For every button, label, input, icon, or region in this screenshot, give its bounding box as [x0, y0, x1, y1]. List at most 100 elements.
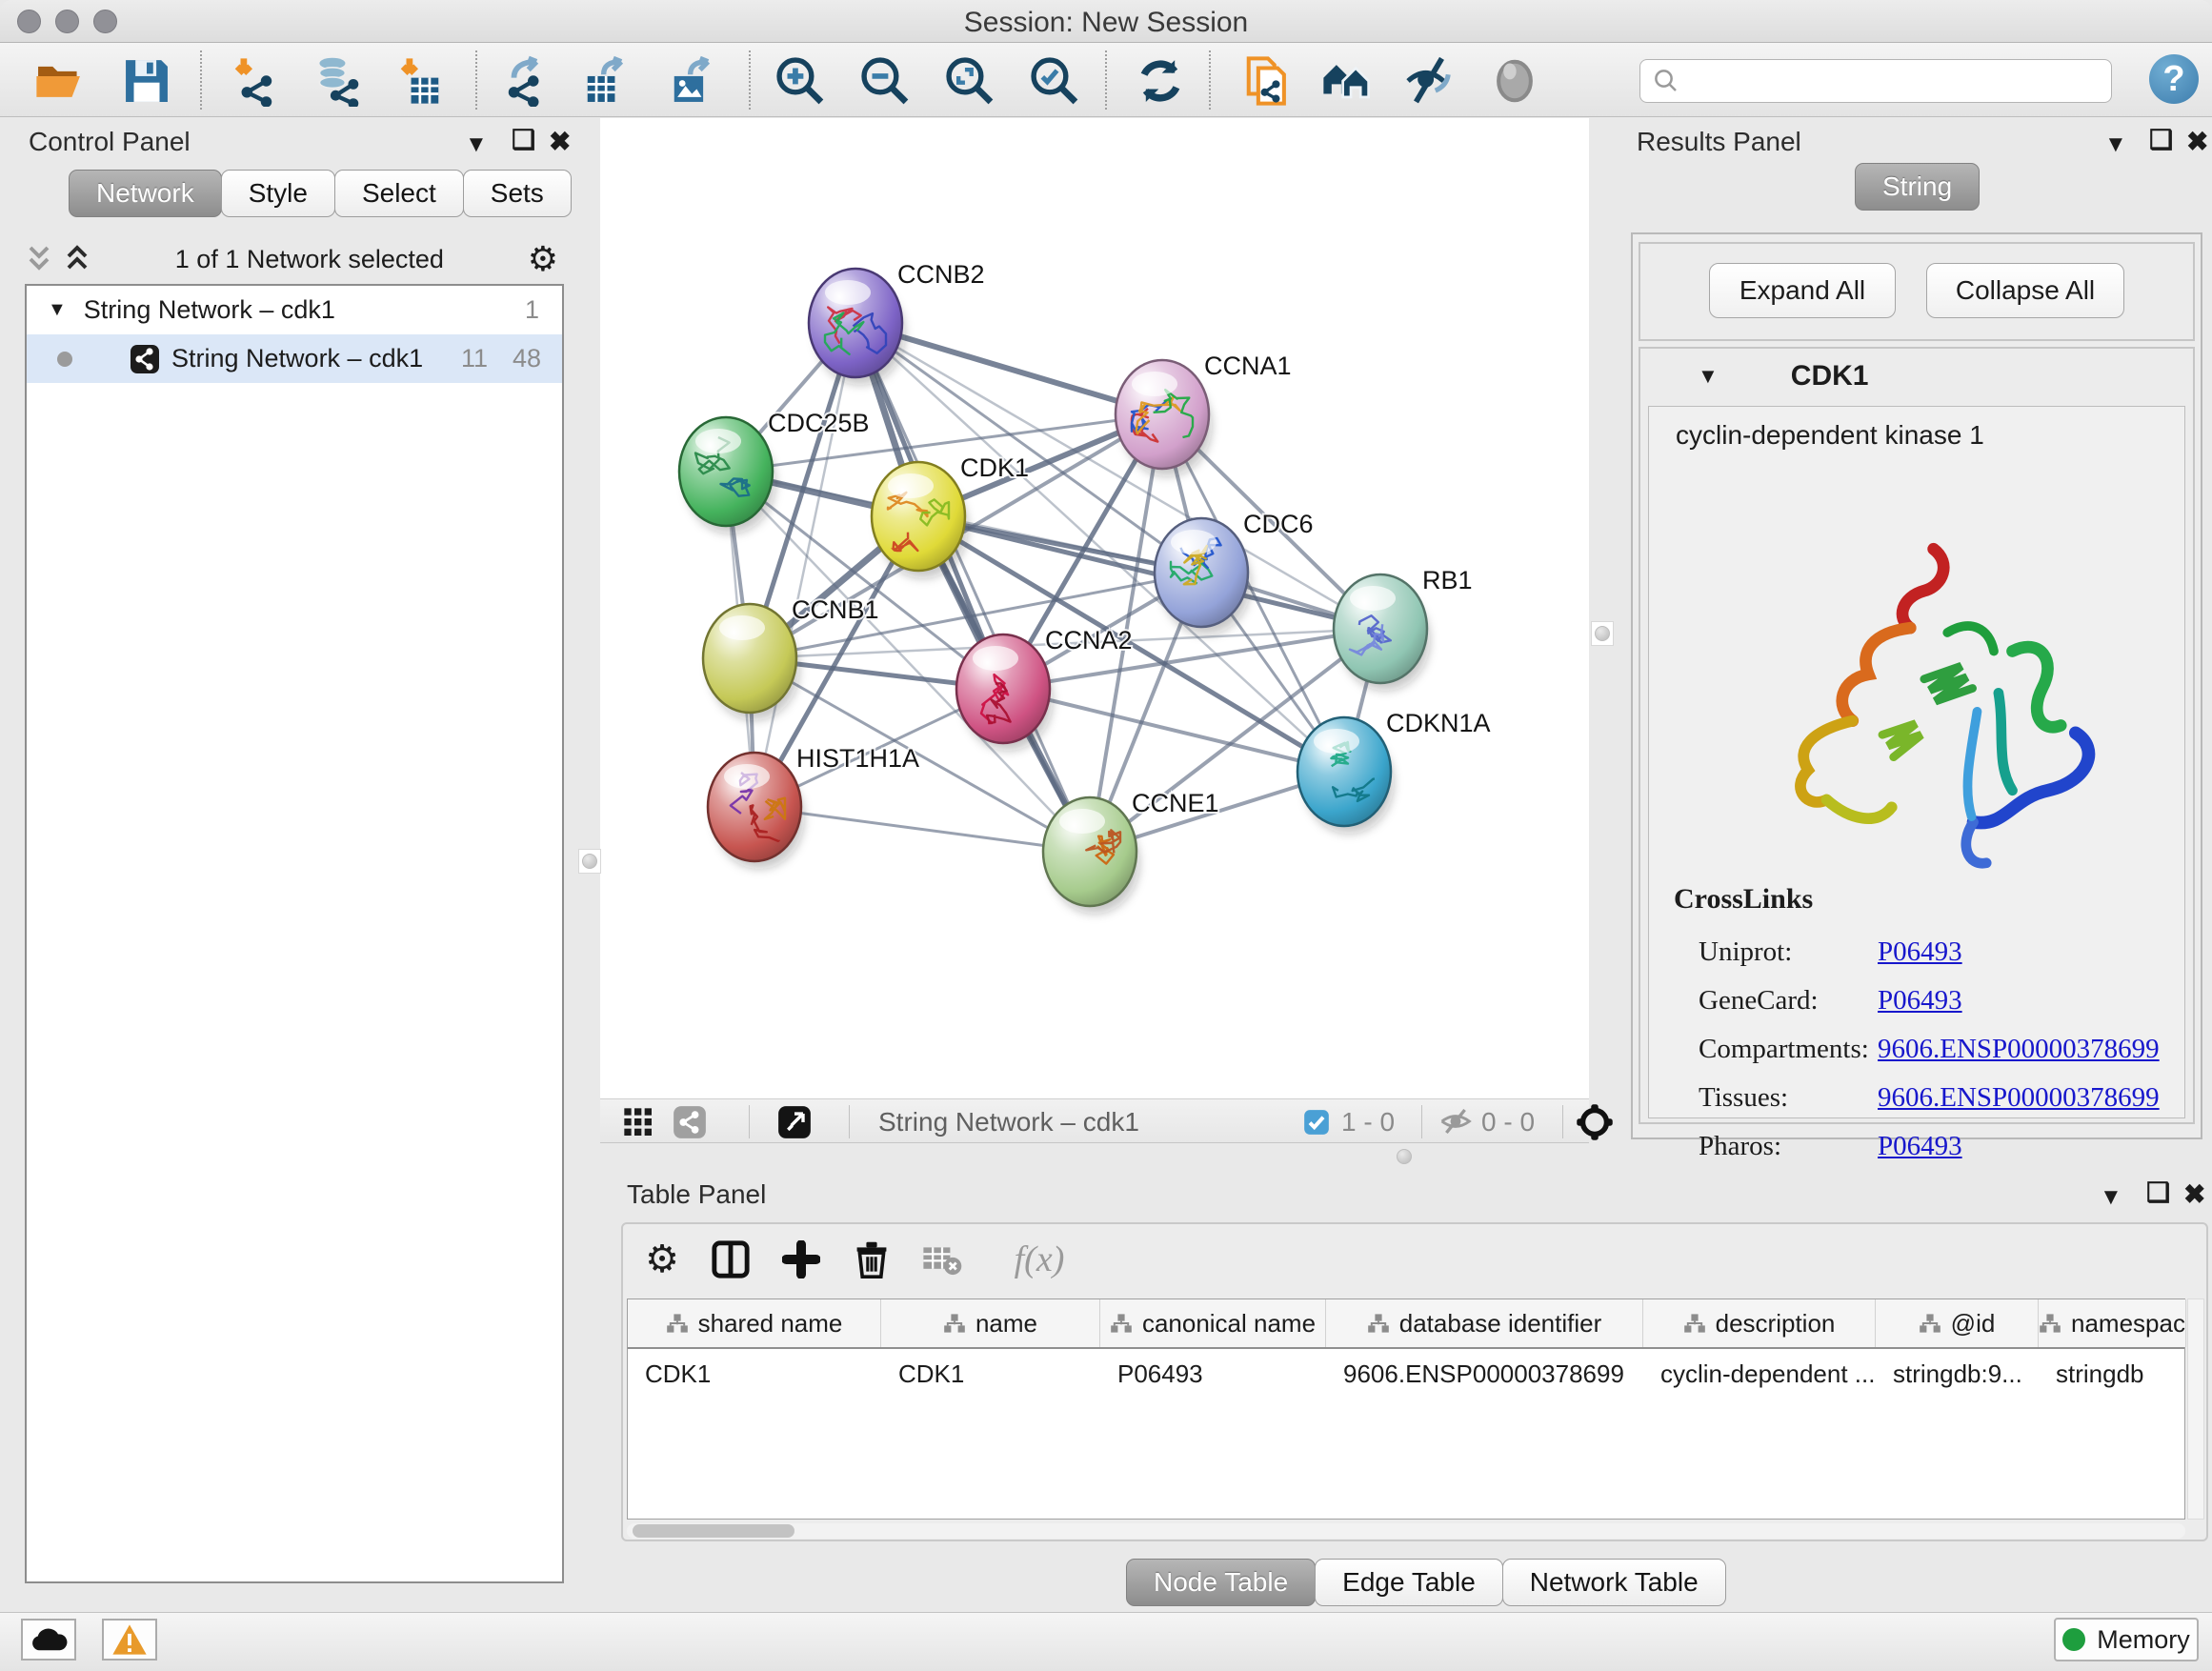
right-splitter-handle[interactable]: [1591, 621, 1614, 646]
column-header-name[interactable]: name: [881, 1299, 1100, 1347]
tab-network[interactable]: Network: [69, 170, 222, 217]
network-node-CDC6[interactable]: [1155, 518, 1251, 634]
bottom-splitter-handle[interactable]: [1391, 1147, 1418, 1166]
crosslink-value-link[interactable]: 9606.ENSP00000378699: [1878, 1034, 2160, 1065]
zoom-selected-button[interactable]: [1027, 53, 1082, 109]
network-canvas[interactable]: CCNB2CCNA1CDC25BCDK1CDC6RB1CCNB1CCNA2CDK…: [600, 118, 1589, 1098]
crosslink-value-link[interactable]: P06493: [1878, 936, 1962, 968]
delete-table-icon[interactable]: [920, 1238, 964, 1281]
function-builder-icon[interactable]: f(x): [996, 1238, 1082, 1281]
zoom-in-button[interactable]: [773, 53, 828, 109]
help-button[interactable]: ?: [2149, 54, 2199, 104]
import-network-from-database-button[interactable]: [310, 53, 365, 109]
refresh-button[interactable]: [1133, 53, 1188, 109]
table-panel-float-icon[interactable]: ❑: [2146, 1177, 2170, 1208]
gene-card-caret[interactable]: ▼: [1698, 364, 1719, 389]
grid-view-icon[interactable]: [623, 1107, 654, 1137]
expand-all-chevron-icon[interactable]: [63, 243, 91, 275]
export-network-button[interactable]: [499, 53, 554, 109]
control-panel-float-icon[interactable]: ❑: [512, 124, 535, 155]
tab-sets[interactable]: Sets: [463, 170, 572, 217]
left-splitter-handle[interactable]: [578, 849, 601, 874]
import-network-button[interactable]: [226, 53, 281, 109]
node-locator-crosshair-icon[interactable]: [1576, 1103, 1614, 1141]
show-columns-icon[interactable]: [709, 1238, 753, 1281]
network-node-CCNB2[interactable]: [809, 269, 905, 385]
table-horizontal-scrollbar[interactable]: [627, 1523, 2185, 1539]
column-header-shared-name[interactable]: shared name: [628, 1299, 881, 1347]
table-panel-menu-caret[interactable]: ▼: [2100, 1184, 2122, 1211]
import-table-button[interactable]: [392, 53, 447, 109]
tab-edge-table[interactable]: Edge Table: [1315, 1559, 1503, 1606]
network-node-CCNB1[interactable]: [703, 604, 799, 720]
network-edge-CCNB2-HIST1H1A[interactable]: [754, 323, 855, 807]
save-session-button[interactable]: [119, 53, 174, 109]
table-cell[interactable]: 9606.ENSP00000378699: [1326, 1353, 1643, 1395]
column-header-canonical-name[interactable]: canonical name: [1100, 1299, 1326, 1347]
memory-button[interactable]: Memory: [2054, 1618, 2199, 1661]
network-edge-HIST1H1A-CCNE1[interactable]: [754, 807, 1090, 852]
tab-network-table[interactable]: Network Table: [1502, 1559, 1726, 1606]
tab-select[interactable]: Select: [334, 170, 464, 217]
duplicate-network-button[interactable]: [1240, 53, 1296, 109]
column-header-database-identifier[interactable]: database identifier: [1326, 1299, 1643, 1347]
network-node-CDK1[interactable]: [872, 462, 968, 578]
column-header--id[interactable]: @id: [1876, 1299, 2039, 1347]
control-panel-close-icon[interactable]: ✖: [549, 126, 571, 157]
tab-string[interactable]: String: [1855, 163, 1980, 211]
cloud-status-button[interactable]: [21, 1619, 76, 1661]
control-panel-menu-caret[interactable]: ▼: [465, 131, 488, 158]
create-column-plus-icon[interactable]: [779, 1238, 823, 1281]
table-cell[interactable]: CDK1: [881, 1353, 1100, 1395]
table-vertical-scrollbar[interactable]: [2187, 1299, 2204, 1520]
birds-eye-view-icon[interactable]: [777, 1105, 812, 1139]
search-input[interactable]: [1639, 59, 2112, 103]
results-panel-float-icon[interactable]: ❑: [2149, 124, 2173, 155]
zoom-fit-button[interactable]: [942, 53, 997, 109]
table-cell[interactable]: P06493: [1100, 1353, 1326, 1395]
network-node-CCNE1[interactable]: [1043, 797, 1139, 914]
selected-checkbox[interactable]: [1303, 1109, 1330, 1136]
export-table-button[interactable]: [579, 53, 634, 109]
table-cell[interactable]: stringdb:9...: [1876, 1353, 2039, 1395]
network-node-HIST1H1A[interactable]: [708, 753, 804, 869]
tree-expand-caret[interactable]: ▼: [48, 299, 67, 321]
delete-column-trash-icon[interactable]: [850, 1238, 894, 1281]
column-header-namespac[interactable]: namespac: [2039, 1299, 2186, 1347]
tab-style[interactable]: Style: [221, 170, 335, 217]
first-neighbors-button[interactable]: [1318, 53, 1374, 109]
collapse-all-chevron-icon[interactable]: [25, 243, 53, 275]
network-collection-row[interactable]: ▼ String Network – cdk1 1: [27, 286, 562, 334]
crosslink-value-link[interactable]: 9606.ENSP00000378699: [1878, 1082, 2160, 1114]
network-share-icon[interactable]: [673, 1105, 707, 1139]
collapse-all-button[interactable]: Collapse All: [1926, 263, 2124, 318]
table-panel-close-icon[interactable]: ✖: [2183, 1178, 2205, 1210]
table-options-gear-icon[interactable]: ⚙: [640, 1238, 684, 1281]
open-session-button[interactable]: [31, 53, 87, 109]
results-panel-menu-caret[interactable]: ▼: [2104, 131, 2127, 158]
table-cell[interactable]: CDK1: [628, 1353, 881, 1395]
control-panel-tabs: NetworkStyleSelectSets: [69, 170, 571, 217]
tab-node-table[interactable]: Node Table: [1126, 1559, 1316, 1606]
crosslink-value-link[interactable]: P06493: [1878, 985, 1962, 1017]
network-node-CCNA2[interactable]: [956, 634, 1053, 751]
network-node-CDKN1A[interactable]: [1297, 717, 1394, 834]
gear-icon[interactable]: ⚙: [528, 240, 558, 279]
network-node-CDC25B[interactable]: [679, 417, 775, 534]
crosslink-value-link[interactable]: P06493: [1878, 1131, 1962, 1162]
table-cell[interactable]: cyclin-dependent ...: [1643, 1353, 1876, 1395]
show-all-button[interactable]: [1487, 53, 1542, 109]
export-image-button[interactable]: [666, 53, 721, 109]
table-cell[interactable]: stringdb: [2039, 1353, 2186, 1395]
network-node-RB1[interactable]: [1334, 574, 1430, 691]
expand-all-button[interactable]: Expand All: [1709, 263, 1896, 318]
warnings-button[interactable]: [102, 1619, 157, 1661]
network-row[interactable]: String Network – cdk1 11 48: [27, 334, 562, 383]
gene-card-header[interactable]: ▼ CDK1: [1640, 349, 2193, 404]
network-node-CCNA1[interactable]: [1116, 360, 1212, 476]
zoom-out-button[interactable]: [857, 53, 913, 109]
column-header-description[interactable]: description: [1643, 1299, 1876, 1347]
hide-selected-button[interactable]: [1401, 53, 1457, 109]
scrollbar-thumb[interactable]: [633, 1524, 794, 1538]
results-panel-close-icon[interactable]: ✖: [2186, 126, 2208, 157]
